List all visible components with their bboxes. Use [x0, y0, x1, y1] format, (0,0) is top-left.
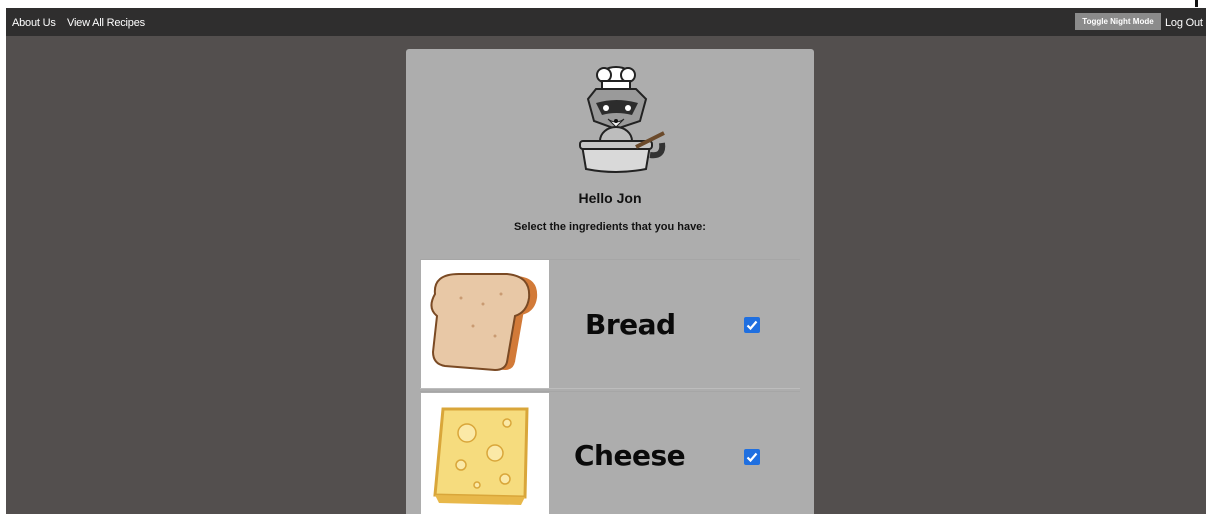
corner-mark — [1195, 0, 1198, 7]
ingredient-row-cheese: Cheese — [420, 391, 800, 514]
ingredient-name-bread: Bread — [585, 308, 676, 341]
right-margin — [1206, 0, 1210, 514]
ingredient-card: Hello Jon Select the ingredients that yo… — [406, 49, 814, 514]
nav-link-view-all-recipes[interactable]: View All Recipes — [67, 17, 145, 29]
greeting-text: Hello Jon — [578, 190, 642, 206]
log-out-link[interactable]: Log Out — [1165, 17, 1203, 29]
top-navbar: About Us View All Recipes Toggle Night M… — [6, 8, 1206, 36]
cheese-checkbox[interactable] — [744, 449, 760, 465]
raccoon-chef-icon — [579, 66, 666, 173]
bread-icon — [430, 272, 542, 375]
toggle-night-mode-button[interactable]: Toggle Night Mode — [1075, 13, 1161, 30]
bread-image — [421, 260, 549, 388]
ingredients-prompt: Select the ingredients that you have: — [514, 221, 706, 233]
cheese-image — [421, 393, 549, 514]
nav-link-about-us[interactable]: About Us — [12, 17, 56, 29]
ingredient-name-cheese: Cheese — [574, 439, 686, 472]
checkmark-icon — [746, 320, 758, 331]
ingredient-row-bread: Bread — [420, 259, 800, 389]
ingredient-list: Bread Cheese — [420, 259, 800, 514]
bread-checkbox[interactable] — [744, 317, 760, 333]
cheese-icon — [433, 407, 529, 505]
checkmark-icon — [746, 452, 758, 463]
